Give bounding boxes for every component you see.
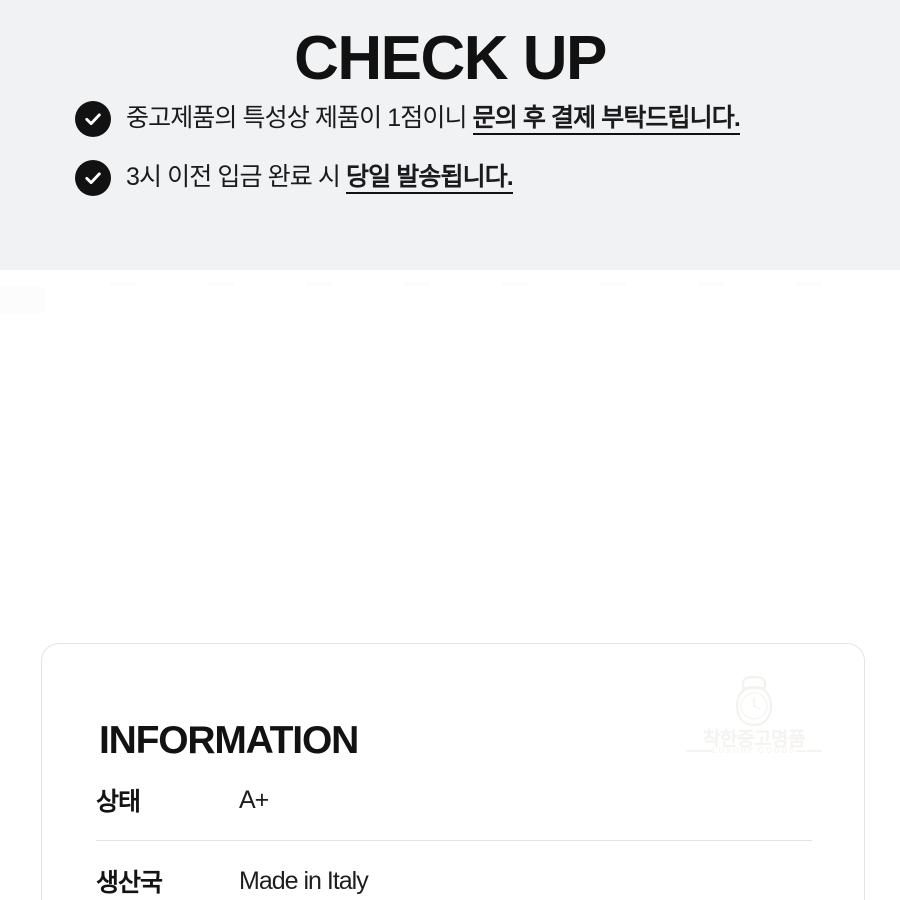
brand-name-english: LUXURY GOODS (712, 746, 796, 755)
check-circle-icon (75, 160, 111, 196)
spec-value: A+ (239, 785, 269, 814)
information-title: INFORMATION (99, 719, 359, 763)
watermark-rule (686, 750, 712, 752)
watermark-tick (306, 282, 332, 286)
check-circle-icon (75, 101, 111, 137)
information-section: INFORMATION 착한중고명품 LUXURY GOODS 상태 A+ 생산… (0, 270, 900, 900)
watermark-tick (208, 282, 234, 286)
spec-label: 상태 (96, 788, 141, 816)
checkup-item-text: 3시 이전 입금 완료 시 당일 발송됩니다. (126, 159, 514, 195)
checkup-item-text: 중고제품의 특성상 제품이 1점이니 문의 후 결제 부탁드립니다. (126, 100, 741, 136)
checkup-title: CHECK UP (294, 23, 607, 93)
checkup-list-item: 중고제품의 특성상 제품이 1점이니 문의 후 결제 부탁드립니다. (75, 100, 875, 137)
table-row: 상태 A+ (96, 760, 812, 841)
watermark-tick (600, 282, 626, 286)
checkup-list: 중고제품의 특성상 제품이 1점이니 문의 후 결제 부탁드립니다. 3시 이전… (75, 100, 875, 218)
information-card: INFORMATION 착한중고명품 LUXURY GOODS 상태 A+ 생산… (41, 643, 865, 900)
watermark-tick (502, 282, 528, 286)
watermark-blob (0, 286, 46, 314)
brand-name-korean: 착한중고명품 (703, 729, 805, 750)
background-watermark-strip (0, 274, 900, 314)
checkup-section: CHECK UP 중고제품의 특성상 제품이 1점이니 문의 후 결제 부탁드립… (0, 0, 900, 270)
spec-value: Made in Italy (239, 866, 369, 895)
watermark-tick (698, 282, 724, 286)
checkup-item-plain: 중고제품의 특성상 제품이 1점이니 (126, 104, 473, 132)
checkup-item-emphasis: 당일 발송됩니다. (346, 163, 514, 194)
checkup-list-item: 3시 이전 입금 완료 시 당일 발송됩니다. (75, 159, 875, 196)
watch-icon (735, 676, 773, 727)
brand-watermark: 착한중고명품 LUXURY GOODS (686, 676, 822, 762)
checkup-item-plain: 3시 이전 입금 완료 시 (126, 163, 347, 191)
table-row: 생산국 Made in Italy (96, 841, 812, 900)
watermark-rule (796, 750, 822, 752)
product-detail-page: CHECK UP 중고제품의 특성상 제품이 1점이니 문의 후 결제 부탁드립… (0, 0, 900, 900)
spec-label: 생산국 (96, 869, 163, 897)
watermark-tick (796, 282, 822, 286)
checkup-item-emphasis: 문의 후 결제 부탁드립니다. (472, 104, 741, 135)
watermark-tick (110, 282, 136, 286)
watermark-tick (404, 282, 430, 286)
specification-table: 상태 A+ 생산국 Made in Italy 사이즈 57호 (국내 17호)… (96, 760, 812, 900)
